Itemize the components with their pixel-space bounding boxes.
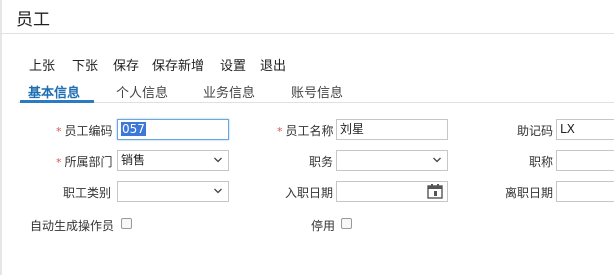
save-button[interactable]: 保存 [113, 55, 139, 74]
auto-create-operator-label: 自动生成操作员 [30, 219, 115, 233]
page-title: 员工 [16, 10, 50, 30]
employee-type-label: 职工类别 [63, 186, 112, 200]
hire-date-input[interactable] [336, 181, 448, 202]
department-select[interactable]: 销售 [117, 150, 229, 171]
window-left-edge [0, 0, 2, 275]
mnemonic-code-input[interactable]: LX [556, 119, 614, 140]
employee-type-select[interactable] [117, 181, 229, 202]
disabled-label: 停用 [311, 219, 336, 233]
chevron-down-icon [214, 188, 222, 194]
calendar-icon[interactable] [427, 184, 443, 199]
required-mark: * [56, 156, 62, 169]
employee-code-input[interactable]: 057 [117, 119, 229, 140]
position-select[interactable] [336, 150, 448, 171]
required-mark: * [277, 125, 283, 138]
leave-date-input[interactable] [556, 181, 614, 202]
tabs-divider [18, 102, 614, 103]
hire-date-label: 入职日期 [285, 186, 334, 200]
save-and-new-button[interactable]: 保存新增 [152, 55, 204, 74]
employee-name-label: * 员工名称 [277, 124, 334, 138]
title-label: 职称 [529, 155, 554, 169]
employee-code-label: * 员工编码 [56, 124, 113, 138]
tab-basic-info[interactable]: 基本信息 [28, 82, 80, 101]
tab-business-info[interactable]: 业务信息 [203, 82, 255, 101]
mnemonic-code-label: 助记码 [517, 124, 554, 138]
exit-button[interactable]: 退出 [260, 55, 286, 74]
position-label: 职务 [309, 155, 334, 169]
disabled-checkbox[interactable] [341, 218, 352, 229]
auto-create-operator-checkbox[interactable] [121, 218, 132, 229]
employee-name-input[interactable]: 刘星 [336, 119, 448, 140]
next-record-button[interactable]: 下张 [72, 55, 98, 74]
title-divider [0, 33, 614, 34]
title-input[interactable] [556, 150, 614, 171]
leave-date-label: 离职日期 [505, 186, 554, 200]
active-tab-indicator [20, 100, 94, 103]
required-mark: * [56, 125, 62, 138]
chevron-down-icon [214, 157, 222, 163]
tab-personal-info[interactable]: 个人信息 [116, 82, 168, 101]
tab-account-info[interactable]: 账号信息 [291, 82, 343, 101]
department-label: * 所属部门 [56, 155, 113, 169]
prev-record-button[interactable]: 上张 [29, 55, 55, 74]
settings-button[interactable]: 设置 [220, 55, 246, 74]
chevron-down-icon [433, 157, 441, 163]
